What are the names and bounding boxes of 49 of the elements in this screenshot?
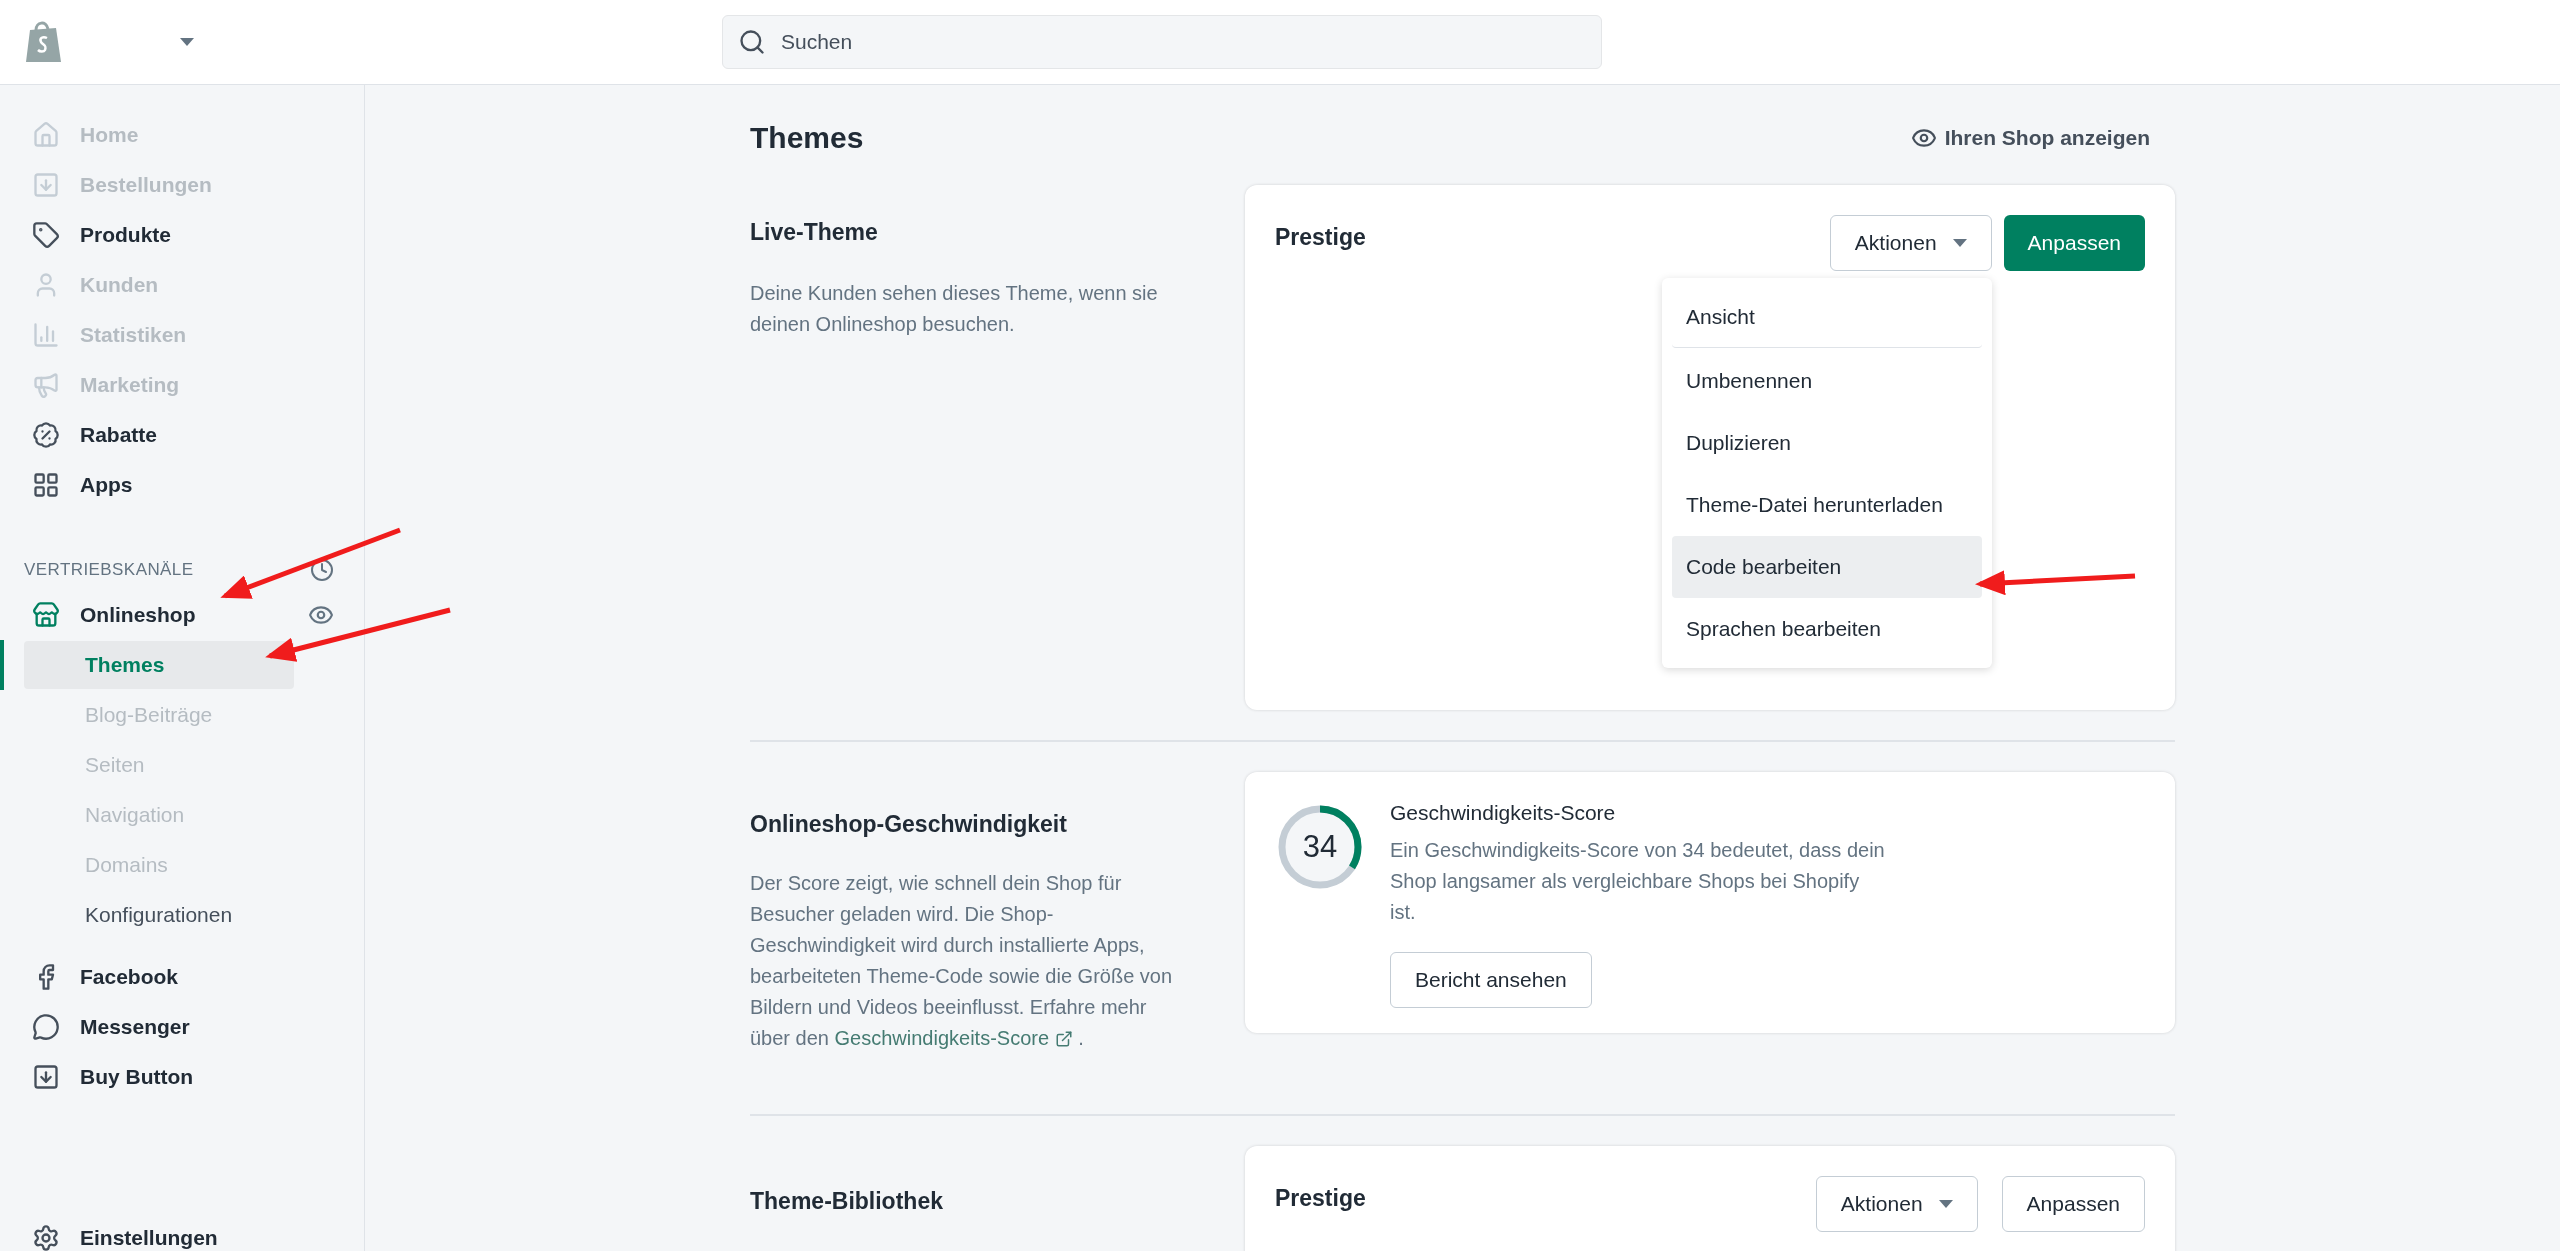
section-title: VERTRIEBSKANÄLE (24, 559, 194, 582)
sidebar-item[interactable]: Apps (0, 460, 364, 510)
score-value: 34 (1301, 827, 1339, 866)
customize-button[interactable]: Anpassen (2001, 1175, 2145, 1232)
search-icon (738, 28, 766, 56)
channel-icon (32, 1063, 60, 1091)
sidebar-item[interactable]: Rabatte (0, 410, 364, 460)
sidebar-item[interactable]: Onlineshop (0, 599, 228, 631)
score-link[interactable]: Geschwindigkeits-Score (834, 1026, 1050, 1049)
section-heading: Theme-Bibliothek (750, 1186, 944, 1216)
view-shop-link[interactable]: Ihren Shop anzeigen (1910, 121, 2150, 154)
sidebar-item[interactable]: Buy Button (0, 1061, 226, 1093)
actions-button[interactable]: Aktionen (1829, 215, 1992, 271)
external-link-icon (1054, 1030, 1073, 1049)
settings-icon (32, 1224, 60, 1251)
channel-icon (32, 1013, 60, 1041)
nav-icon (32, 471, 60, 499)
menu-item[interactable]: Code bearbeiten (1672, 536, 1982, 598)
report-button[interactable]: Bericht ansehen (1390, 951, 1592, 1008)
theme-name: Prestige (1275, 223, 1366, 252)
score-text: Ein Geschwindigkeits-Score von 34 bedeutet, dass dein Shop langsamer als vergleichbare Shops bei Shopify ist. (1390, 837, 1886, 925)
section-heading: Onlineshop-Geschwindigkeit (750, 810, 1068, 839)
shopping-bag-logo (24, 20, 62, 64)
customize-button[interactable]: Anpassen (2003, 215, 2145, 271)
nav-icon (32, 121, 60, 149)
theme-name: Prestige (1275, 1183, 1366, 1213)
sidebar-subitem[interactable]: Konfigurationen (24, 891, 294, 939)
section-description: Deine Kunden sehen dieses Theme, wenn sie deinen Onlineshop besuchen. (750, 280, 1159, 337)
caret-icon (180, 38, 194, 46)
sidebar-subitem[interactable]: Themes (24, 641, 294, 689)
search-field[interactable]: Suchen (722, 15, 1602, 69)
section-description: Der Score zeigt, wie schnell dein Shop für Besucher geladen wird. Die Shop-Geschwindigkeit wird durch installierte Apps, bearbeiteten Theme-Code sowie die Größe von Bildern und Videos beeinflusst. Erfahre mehr über den Geschwindigkeits-Score . (750, 870, 1174, 1051)
nav-icon (32, 421, 60, 449)
nav-icon (32, 171, 60, 199)
nav-icon (32, 221, 60, 249)
nav-icon (32, 321, 60, 349)
score-title: Geschwindigkeits-Score (1390, 800, 1617, 826)
sidebar-item[interactable]: Messenger (0, 1011, 222, 1043)
settings-item[interactable]: Einstellungen (0, 1213, 364, 1251)
clock-icon[interactable] (310, 558, 334, 582)
sidebar-item[interactable]: Produkte (0, 210, 364, 260)
section-heading: Live-Theme (750, 218, 879, 247)
caret-icon (1952, 239, 1967, 247)
nav-icon (32, 371, 60, 399)
actions-button[interactable]: Aktionen (1815, 1175, 1978, 1232)
channel-icon (32, 601, 60, 629)
sidebar-item[interactable]: Facebook (0, 961, 211, 993)
page-title: Themes (750, 120, 864, 156)
caret-icon (1938, 1199, 1953, 1208)
